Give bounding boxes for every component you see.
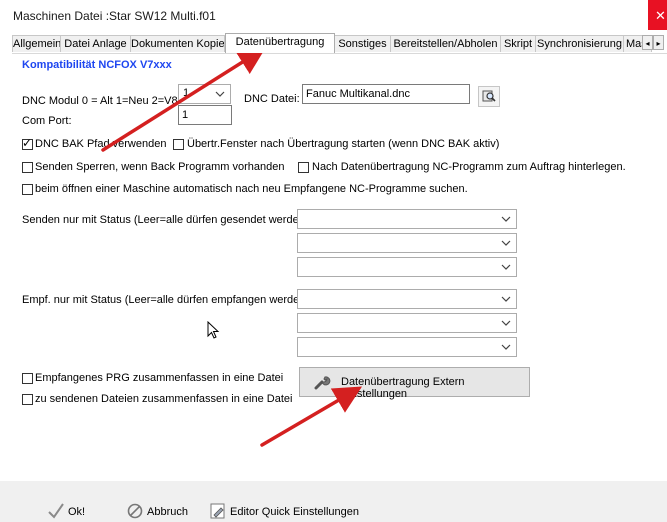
window-title: Maschinen Datei :Star SW12 Multi.f01 (13, 9, 216, 23)
mouse-cursor-icon (207, 321, 220, 339)
tab-scroll-left-icon[interactable]: ◂ (642, 35, 653, 50)
senden-status-label: Senden nur mit Status (Leer=alle dürfen … (22, 214, 312, 226)
senden-sperren-checkbox[interactable] (22, 162, 33, 173)
tab-bereitstellen-abholen[interactable]: Bereitstellen/Abholen (390, 35, 501, 52)
senden-status-select-2[interactable] (297, 233, 517, 253)
nach-datenuebertragung-checkbox[interactable] (298, 162, 309, 173)
machine-file-window: Maschinen Datei :Star SW12 Multi.f01 ✕ A… (0, 0, 667, 522)
chevron-down-icon (501, 320, 511, 326)
zu-senden-checkbox[interactable] (22, 394, 33, 405)
chevron-down-icon (501, 240, 511, 246)
nach-datenuebertragung-label: Nach Datenübertragung NC-Programm zum Au… (312, 161, 626, 173)
zu-senden-label: zu sendenen Dateien zusammenfassen in ei… (35, 393, 293, 405)
dnc-modul-value: 1 (183, 87, 190, 99)
chevron-down-icon (215, 91, 225, 97)
close-icon: ✕ (655, 8, 666, 23)
ok-label: Ok! (68, 506, 86, 518)
tab-allgemein[interactable]: Allgemein (12, 35, 61, 52)
title-bar: Maschinen Datei :Star SW12 Multi.f01 ✕ (0, 0, 667, 30)
com-port-label: Com Port: (22, 115, 72, 127)
uebertr-fenster-checkbox[interactable] (173, 139, 184, 150)
abbruch-button[interactable]: Abbruch (126, 500, 196, 522)
tab-dokumenten-kopie[interactable]: Dokumenten Kopie (130, 35, 225, 52)
empf-status-select-1[interactable] (297, 289, 517, 309)
uebertr-fenster-label: Übertr.Fenster nach Übertragung starten … (187, 138, 500, 150)
checkmark-icon (48, 503, 64, 519)
chevron-down-icon (501, 344, 511, 350)
browse-folder-icon (482, 90, 496, 102)
empf-status-select-2[interactable] (297, 313, 517, 333)
tab-strip: Allgemein Datei Anlage Dokumenten Kopie … (12, 33, 667, 53)
editor-quick-button[interactable]: Editor Quick Einstellungen (209, 500, 359, 522)
ok-button[interactable]: Ok! (47, 500, 87, 522)
tab-skript[interactable]: Skript (500, 35, 536, 52)
senden-sperren-label: Senden Sperren, wenn Back Programm vorha… (35, 161, 285, 173)
dnc-modul-label: DNC Modul 0 = Alt 1=Neu 2=V8 (22, 95, 178, 107)
tab-datei-anlage[interactable]: Datei Anlage (60, 35, 131, 52)
beim-oeffnen-checkbox[interactable] (22, 184, 33, 195)
chevron-down-icon (501, 296, 511, 302)
tab-sonstiges[interactable]: Sonstiges (334, 35, 391, 52)
dnc-bak-checkbox[interactable]: ✓ (22, 136, 33, 150)
checkmark-icon: ✓ (22, 136, 33, 150)
cancel-icon (127, 503, 143, 519)
chevron-down-icon (501, 264, 511, 270)
editor-quick-label: Editor Quick Einstellungen (230, 506, 360, 518)
bottom-toolbar: Ok! Abbruch Editor Quick Einstellungen (0, 481, 667, 522)
tab-datenuebertragung[interactable]: Datenübertragung (225, 33, 335, 53)
section-title: Kompatibilität NCFOX V7xxx (22, 59, 172, 71)
extern-settings-label: Datenübertragung Extern Einstellungen (341, 376, 465, 400)
wrench-icon (314, 376, 331, 390)
dnc-datei-label: DNC Datei: (244, 93, 300, 105)
extern-settings-button[interactable]: Datenübertragung Extern Einstellungen (299, 367, 530, 400)
editor-icon (210, 503, 225, 519)
empf-prg-checkbox[interactable] (22, 373, 33, 384)
senden-status-select-1[interactable] (297, 209, 517, 229)
abbruch-label: Abbruch (147, 506, 188, 518)
beim-oeffnen-label: beim öffnen einer Maschine automatisch n… (35, 183, 468, 195)
tab-scroll-right-icon[interactable]: ▸ (653, 35, 664, 50)
dnc-bak-label: DNC BAK Pfad verwenden (35, 138, 167, 150)
empf-status-label: Empf. nur mit Status (Leer=alle dürfen e… (22, 294, 313, 306)
com-port-input[interactable]: 1 (178, 105, 232, 125)
empf-status-select-3[interactable] (297, 337, 517, 357)
close-button[interactable]: ✕ (648, 0, 667, 30)
browse-button[interactable] (478, 86, 500, 107)
senden-status-select-3[interactable] (297, 257, 517, 277)
dnc-datei-input[interactable]: Fanuc Multikanal.dnc (302, 84, 470, 104)
dnc-modul-select[interactable]: 1 (178, 84, 231, 104)
empf-prg-label: Empfangenes PRG zusammenfassen in eine D… (35, 372, 284, 384)
tab-synchronisierung[interactable]: Synchronisierung (535, 35, 624, 52)
chevron-down-icon (501, 216, 511, 222)
